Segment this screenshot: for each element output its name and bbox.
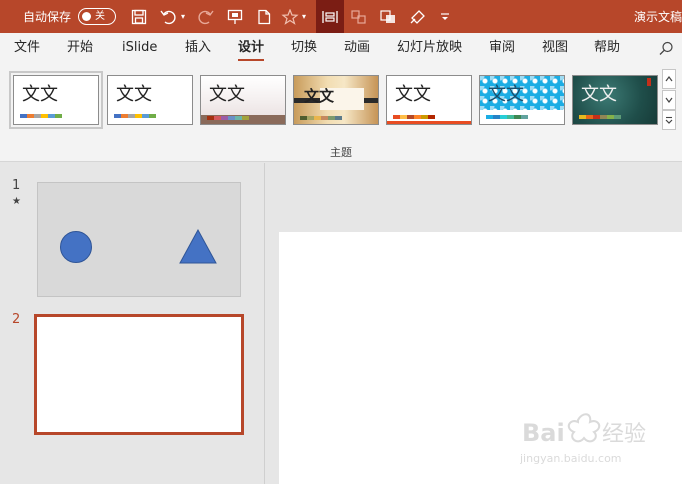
- theme-preview-text: 文文: [304, 87, 335, 105]
- slide-1-shapes: [60, 228, 217, 264]
- svg-text:经验: 经验: [602, 422, 646, 447]
- document-title: 演示文稿: [633, 10, 682, 24]
- tab-design[interactable]: 设计: [238, 33, 265, 64]
- theme-band: [387, 121, 471, 124]
- theme-4[interactable]: 文文: [293, 75, 379, 125]
- tab-home[interactable]: 开始: [67, 33, 93, 64]
- autosave-toggle[interactable]: 关: [78, 8, 116, 25]
- new-file-icon[interactable]: [252, 0, 276, 33]
- themes-group-label: 主题: [330, 146, 352, 159]
- theme-7[interactable]: 文文: [572, 75, 658, 125]
- tab-review[interactable]: 审阅: [489, 33, 515, 64]
- title-bar: 自动保存 关 ▾ ▾ 演示文稿: [0, 0, 682, 33]
- theme-6[interactable]: 文文: [479, 75, 565, 125]
- autosave-state: 关: [95, 11, 105, 22]
- theme-office[interactable]: 文文: [9, 71, 103, 129]
- gallery-scroll-up-button[interactable]: [662, 69, 676, 89]
- watermark-logo-text: Bai: [522, 419, 565, 447]
- theme-preview-text: 文文: [116, 84, 152, 105]
- theme-accent-mark: [647, 78, 651, 86]
- watermark: Bai 经验 jingyan.baidu.com: [519, 408, 660, 468]
- star-dropdown-icon[interactable]: ▾: [299, 0, 309, 33]
- theme-color-swatches: [300, 116, 342, 120]
- toggle-knob: [82, 12, 91, 21]
- theme-color-swatches: [20, 114, 62, 118]
- slide-number-1: 1: [12, 178, 21, 193]
- align-icon[interactable]: [316, 0, 344, 33]
- tab-help[interactable]: 帮助: [594, 33, 620, 64]
- circle-shape: [60, 231, 92, 263]
- ribbon-tab-bar: 文件 开始 iSlide 插入 设计 切换 动画 幻灯片放映 审阅 视图 帮助: [0, 33, 682, 64]
- autosave-label: 自动保存: [23, 10, 72, 24]
- theme-color-swatches: [207, 116, 249, 120]
- tab-view[interactable]: 视图: [542, 33, 568, 64]
- gallery-scroll-down-button[interactable]: [662, 90, 676, 110]
- theme-color-swatches: [393, 115, 435, 119]
- theme-5[interactable]: 文文: [386, 75, 472, 125]
- tab-slideshow[interactable]: 幻灯片放映: [397, 33, 462, 64]
- theme-color-swatches: [114, 114, 156, 118]
- tab-file[interactable]: 文件: [14, 33, 40, 64]
- paw-logo-icon: [567, 413, 601, 443]
- arrange-icon[interactable]: [376, 0, 400, 33]
- undo-dropdown-icon[interactable]: ▾: [178, 0, 188, 33]
- redo-icon[interactable]: [193, 0, 217, 33]
- slide-thumbnail-2[interactable]: [34, 314, 244, 435]
- triangle-shape: [179, 228, 217, 264]
- theme-color-swatches: [486, 115, 528, 119]
- tab-animations[interactable]: 动画: [344, 33, 370, 64]
- slide-thumbnail-1[interactable]: [37, 182, 241, 297]
- theme-3[interactable]: 文文: [200, 75, 286, 125]
- present-icon[interactable]: [223, 0, 247, 33]
- svg-text:jingyan.baidu.com: jingyan.baidu.com: [520, 452, 622, 465]
- theme-preview-text: 文文: [581, 84, 617, 105]
- customize-icon[interactable]: [433, 0, 457, 33]
- tab-insert[interactable]: 插入: [185, 33, 211, 64]
- search-icon[interactable]: [659, 41, 674, 60]
- slide-transition-star-icon: ★: [12, 196, 21, 207]
- theme-preview-text: 文文: [488, 84, 524, 105]
- save-icon[interactable]: [127, 0, 151, 33]
- theme-color-swatches: [579, 115, 621, 119]
- theme-preview-text: 文文: [22, 84, 58, 105]
- theme-preview-text: 文文: [395, 84, 431, 105]
- tab-transitions[interactable]: 切换: [291, 33, 317, 64]
- design-ribbon: 文文 文文 文文 文文 文文 文文 文文 主题: [0, 64, 682, 162]
- gallery-more-button[interactable]: [662, 110, 676, 130]
- format-painter-icon[interactable]: [405, 0, 429, 33]
- shapes-icon[interactable]: [347, 0, 371, 33]
- slide-number-2: 2: [12, 312, 21, 327]
- theme-office-2[interactable]: 文文: [107, 75, 193, 125]
- tab-islide[interactable]: iSlide: [122, 33, 157, 64]
- theme-preview-text: 文文: [209, 84, 245, 105]
